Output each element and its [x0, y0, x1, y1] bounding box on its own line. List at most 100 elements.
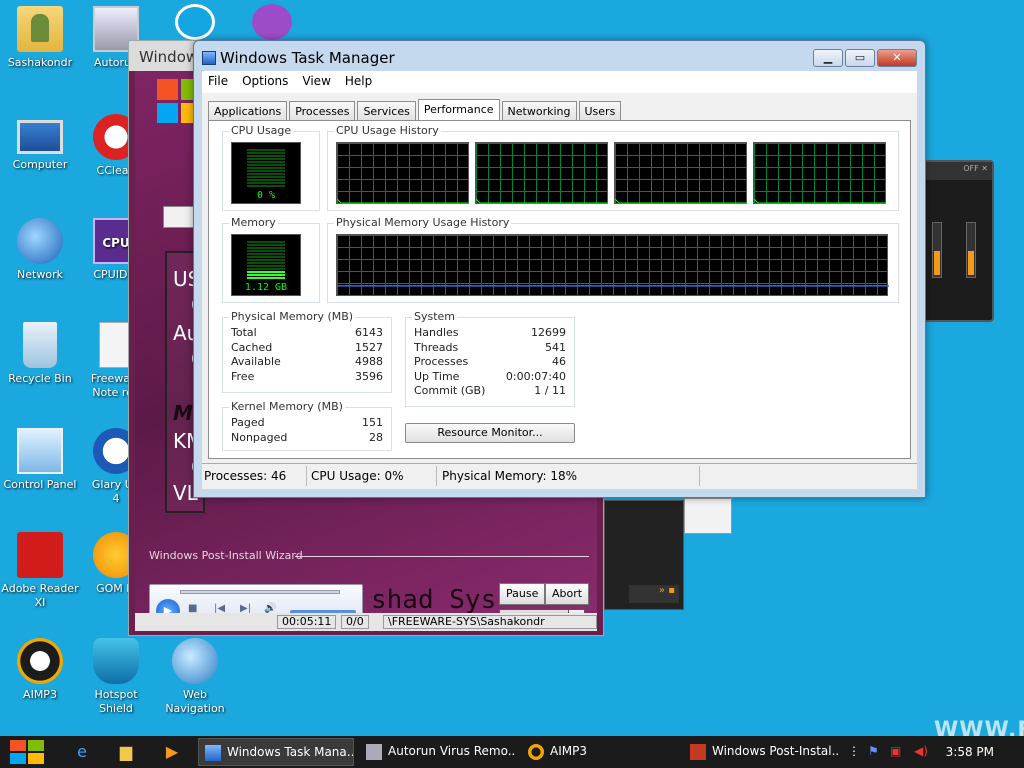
autorun-icon	[366, 744, 382, 760]
adobe-reader-icon	[17, 532, 63, 578]
aimp-nav-buttons[interactable]: » ▪	[629, 585, 679, 603]
menu-options[interactable]: Options	[242, 74, 288, 90]
file-explorer-icon[interactable]: ▆	[114, 741, 138, 763]
wizard-panel-text: M	[173, 401, 193, 425]
tab-applications[interactable]: Applications	[208, 101, 288, 120]
desktop-icon-label-line2: Navigation	[165, 702, 225, 715]
tab-processes[interactable]: Processes	[289, 101, 356, 120]
clock[interactable]: 3:58 PM	[946, 745, 994, 759]
memory-history-label: Physical Memory Usage History	[334, 216, 512, 229]
desktop-icon-adobe-reader[interactable]: Adobe Reader XI	[0, 532, 80, 610]
recycle-bin-icon	[23, 322, 57, 368]
menu-help[interactable]: Help	[345, 74, 372, 90]
tab-users[interactable]: Users	[578, 101, 622, 120]
desktop-icon-label: AIMP3	[23, 688, 57, 701]
screen-icon[interactable]: ▣	[890, 744, 901, 758]
aimp-playlist-window: » ▪	[604, 500, 684, 610]
wizard-section-label: Windows Post-Install Wizard	[149, 549, 303, 562]
task-manager-titlebar: Windows Task Manager	[202, 49, 395, 67]
desktop-icon-computer[interactable]: Computer	[0, 114, 80, 172]
cpu-history-line	[754, 198, 886, 204]
close-button[interactable]: ✕	[877, 49, 917, 67]
cpu-history-line	[615, 198, 747, 204]
menu-view[interactable]: View	[302, 74, 330, 90]
volume-slider[interactable]	[932, 222, 942, 278]
desktop-icon-recycle-bin[interactable]: Recycle Bin	[0, 322, 80, 386]
cpu-core-graph	[753, 142, 886, 204]
speaker-muted-icon[interactable]: ◀)	[914, 744, 928, 758]
kernel-memory-group: Kernel Memory (MB) Paged 151 Nonpaged 28	[222, 400, 392, 451]
network-icon	[17, 218, 63, 264]
desktop-icon-hotspot-shield[interactable]: Hotspot Shield	[76, 638, 156, 716]
background-window-fragment	[684, 498, 732, 534]
desktop-icon-label: Hotspot	[94, 688, 138, 701]
taskbar-item-aimp[interactable]: AIMP3	[522, 738, 678, 766]
user-folder-icon	[17, 6, 63, 52]
taskbar: e ▆ ▶ Windows Task Mana... Autorun Virus…	[0, 736, 1024, 768]
cpu-core-graph	[475, 142, 608, 204]
desktop-icon-wireless[interactable]	[232, 4, 312, 44]
desktop-icon-label: Network	[17, 268, 63, 281]
cpu-history-line	[476, 198, 608, 204]
maximize-button[interactable]: ▭	[845, 49, 875, 67]
memory-value: 1.12 GB	[244, 282, 288, 293]
status-physical-memory: Physical Memory: 18%	[442, 469, 578, 483]
desktop-icon-aimp3[interactable]: AIMP3	[0, 638, 80, 702]
tab-performance[interactable]: Performance	[417, 99, 500, 120]
flag-icon[interactable]: ⚑	[868, 744, 879, 758]
task-manager-icon	[205, 745, 221, 761]
stat-row: Total 6143	[231, 326, 383, 339]
desktop-icon-sashakondr[interactable]: Sashakondr	[0, 6, 80, 70]
taskbar-item-autorun[interactable]: Autorun Virus Remo...	[360, 738, 516, 766]
tab-services[interactable]: Services	[357, 101, 416, 120]
media-player-icon[interactable]: ▶	[160, 741, 184, 763]
system-label: System	[412, 310, 458, 323]
stat-row: Up Time 0:00:07:40	[414, 370, 566, 383]
resource-monitor-button[interactable]: Resource Monitor...	[405, 423, 575, 443]
cpu-usage-label: CPU Usage	[229, 124, 294, 137]
internet-explorer-icon[interactable]: e	[70, 741, 94, 763]
start-button[interactable]	[10, 740, 44, 764]
kernel-memory-label: Kernel Memory (MB)	[229, 400, 345, 413]
taskbar-item-post-install[interactable]: Windows Post-Instal...	[684, 738, 840, 766]
shield-icon	[93, 638, 139, 684]
desktop-icon-label: Web	[183, 688, 207, 701]
aimp-icon	[17, 638, 63, 684]
memory-led-bars	[247, 241, 285, 279]
desktop-icon-web-navigation[interactable]: Web Navigation	[155, 638, 235, 716]
aimp-titlebar: OFF ✕	[918, 162, 992, 180]
minimize-button[interactable]: ▁	[813, 49, 843, 67]
cpu-usage-value: 0 %	[256, 190, 276, 201]
taskbar-item-task-manager[interactable]: Windows Task Mana...	[198, 738, 354, 766]
task-manager-window[interactable]: Windows Task Manager ▁ ▭ ✕ File Options …	[193, 40, 926, 498]
overflow-icon[interactable]: ⋮	[848, 744, 860, 758]
memory-group: Memory 1.12 GB	[222, 216, 320, 303]
aimp-player-window[interactable]: OFF ✕	[916, 160, 994, 322]
wizard-divider	[295, 556, 589, 557]
stat-row: Processes 46	[414, 355, 566, 368]
desktop-icon-control-panel[interactable]: Control Panel	[0, 428, 80, 492]
skype-icon	[175, 4, 215, 40]
seek-bar[interactable]	[180, 590, 340, 594]
cpu-core-graph	[614, 142, 747, 204]
memory-history-graph	[336, 234, 889, 296]
computer-icon	[17, 120, 63, 154]
balance-slider[interactable]	[966, 222, 976, 278]
desktop-icon-label-line2: XI	[34, 596, 46, 609]
status-processes: Processes: 46	[204, 469, 287, 483]
abort-button[interactable]: Abort	[545, 583, 590, 605]
tab-networking[interactable]: Networking	[501, 101, 577, 120]
menu-file[interactable]: File	[208, 74, 228, 90]
desktop-icon-label: Control Panel	[3, 478, 77, 491]
desktop-icon-network[interactable]: Network	[0, 218, 80, 282]
pause-button[interactable]: Pause	[499, 583, 546, 605]
aimp-off-label: OFF	[963, 164, 979, 173]
cpu-usage-group: CPU Usage 0 %	[222, 124, 320, 211]
desktop-icon-label: Computer	[12, 158, 68, 171]
wizard-brand-text: shad Sys	[371, 585, 497, 615]
cpu-history-label: CPU Usage History	[334, 124, 441, 137]
wizard-status-path: \FREEWARE-SYS\Sashakondr	[383, 615, 597, 629]
desktop-icon-skype[interactable]	[155, 4, 235, 44]
cpu-usage-meter: 0 %	[231, 142, 301, 204]
stat-row: Cached 1527	[231, 341, 383, 354]
